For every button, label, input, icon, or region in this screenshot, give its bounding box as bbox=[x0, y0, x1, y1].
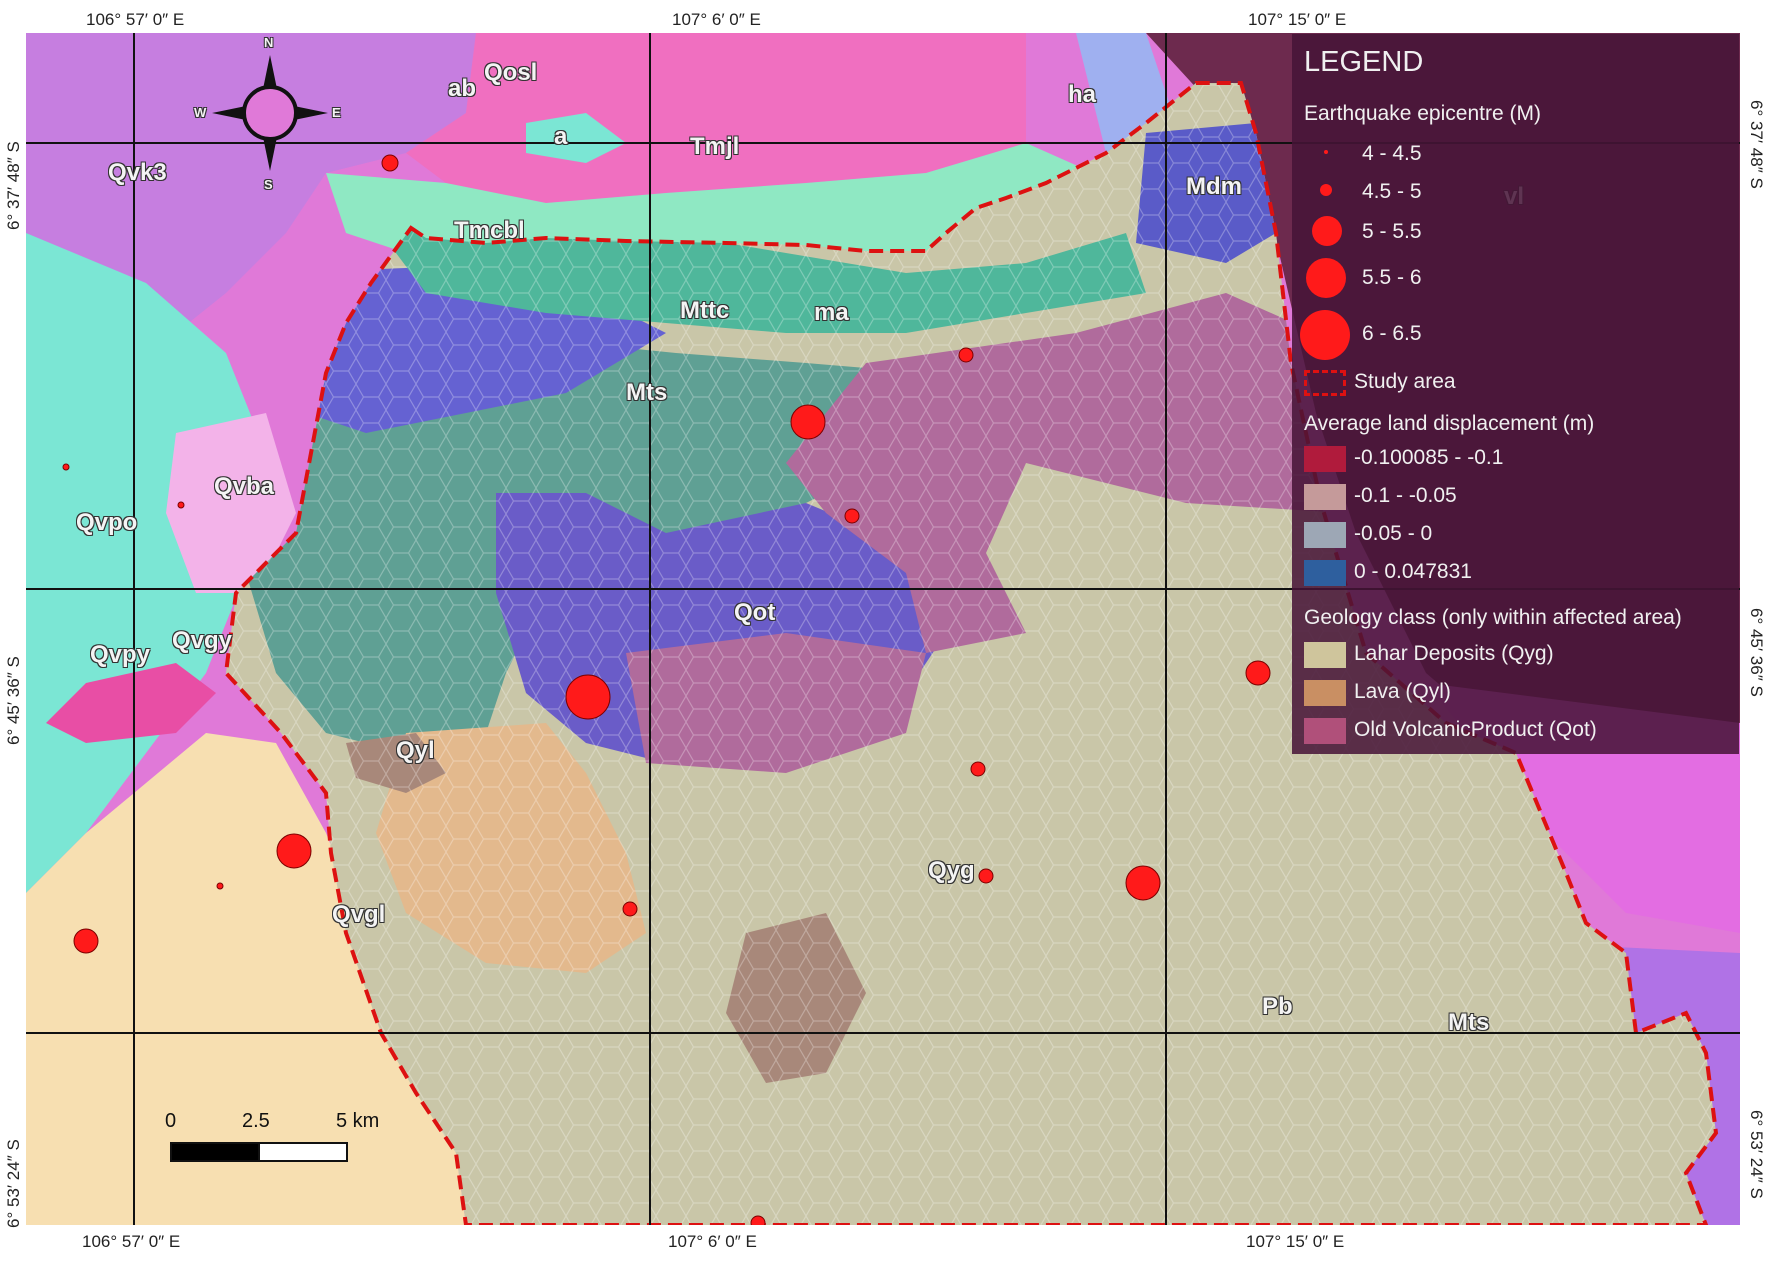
label-mts: Mts bbox=[626, 379, 668, 406]
bottom-lon-3: 107° 15′ 0″ E bbox=[1246, 1232, 1345, 1251]
epicentre-point bbox=[622, 901, 638, 917]
legend-geology-label-2: Lava (Qyl) bbox=[1354, 680, 1451, 703]
scale-segment-white bbox=[258, 1142, 348, 1162]
compass-north-label: N bbox=[264, 35, 274, 50]
label-qyl: Qyl bbox=[396, 737, 435, 764]
label-ma: ma bbox=[814, 299, 849, 326]
label-qosl: Qosl bbox=[484, 59, 538, 86]
top-lon-2: 107° 6′ 0″ E bbox=[672, 10, 761, 29]
label-qvpy: Qvpy bbox=[90, 641, 151, 668]
left-lat-3: 6° 53′ 24″ S bbox=[4, 1139, 23, 1228]
epicentre-point bbox=[177, 501, 185, 509]
right-lat-3: 6° 53′ 24″ S bbox=[1747, 1110, 1766, 1199]
legend-dot-icon bbox=[1312, 216, 1342, 246]
legend-displacement-label-4: 0 - 0.047831 bbox=[1354, 560, 1472, 583]
legend-geology-swatch-2 bbox=[1304, 680, 1346, 706]
legend-dot-icon bbox=[1320, 184, 1332, 196]
compass-east-label: E bbox=[332, 105, 341, 120]
label-tmjl: Tmjl bbox=[690, 133, 740, 160]
legend-dot-icon bbox=[1300, 310, 1350, 360]
label-tmcbl: Tmcbl bbox=[454, 217, 525, 244]
label-pb: Pb bbox=[1262, 993, 1293, 1020]
scale-label-0: 0 bbox=[165, 1110, 177, 1132]
legend-dot-icon bbox=[1324, 150, 1328, 154]
epicentre-point bbox=[1245, 660, 1271, 686]
legend-title: LEGEND bbox=[1304, 46, 1424, 78]
legend-displacement-label-1: -0.100085 - -0.1 bbox=[1354, 446, 1504, 469]
scale-label-5km: 5 km bbox=[336, 1110, 380, 1132]
epicentre-point bbox=[958, 347, 974, 363]
legend-magnitude-1: 4 - 4.5 bbox=[1292, 136, 1739, 172]
label-qvgl: Qvgl bbox=[332, 901, 386, 928]
label-qot: Qot bbox=[734, 599, 776, 626]
label-qvk3: Qvk3 bbox=[108, 159, 167, 186]
label-qvba: Qvba bbox=[214, 473, 275, 500]
epicentre-point bbox=[381, 154, 399, 172]
scale-segment-black bbox=[170, 1142, 260, 1162]
label-mttc: Mttc bbox=[680, 297, 730, 324]
epicentre-point bbox=[73, 928, 99, 954]
legend-geology-swatch-1 bbox=[1304, 642, 1346, 668]
compass-south-label: S bbox=[264, 177, 273, 192]
epicentre-point bbox=[844, 508, 860, 524]
legend-study-area-label: Study area bbox=[1354, 370, 1456, 393]
label-qyg: Qyg bbox=[928, 857, 975, 884]
bottom-lon-2: 107° 6′ 0″ E bbox=[668, 1232, 757, 1251]
epicentre-point bbox=[565, 674, 611, 720]
epicentre-point bbox=[1125, 865, 1161, 901]
epicentre-point bbox=[62, 463, 70, 471]
legend-magnitude-label: 5.5 - 6 bbox=[1362, 266, 1422, 289]
legend-geology-label-1: Lahar Deposits (Qyg) bbox=[1354, 642, 1554, 665]
label-qvgy: Qvgy bbox=[172, 627, 233, 654]
right-lat-2: 6° 45′ 36″ S bbox=[1747, 608, 1766, 697]
top-lon-1: 106° 57′ 0″ E bbox=[86, 10, 185, 29]
scale-label-2-5: 2.5 bbox=[242, 1110, 270, 1132]
legend-magnitude-label: 5 - 5.5 bbox=[1362, 220, 1422, 243]
bottom-lon-1: 106° 57′ 0″ E bbox=[82, 1232, 181, 1251]
legend-displacement-heading: Average land displacement (m) bbox=[1304, 412, 1595, 435]
label-a: a bbox=[554, 123, 568, 150]
legend-geology-label-3: Old VolcanicProduct (Qot) bbox=[1354, 718, 1597, 741]
label-mdm: Mdm bbox=[1186, 173, 1242, 200]
right-lat-1: 6° 37′ 48″ S bbox=[1747, 100, 1766, 189]
legend-magnitude-label: 4 - 4.5 bbox=[1362, 142, 1422, 165]
compass-west-label: W bbox=[194, 105, 207, 120]
epicentre-point bbox=[978, 868, 994, 884]
legend-geology-swatch-3 bbox=[1304, 718, 1346, 744]
legend-geology-heading: Geology class (only within affected area… bbox=[1304, 606, 1682, 629]
legend-displacement-swatch-2 bbox=[1304, 484, 1346, 510]
legend-panel: LEGEND Earthquake epicentre (M) 4 - 4.5 … bbox=[1292, 34, 1739, 754]
legend-displacement-swatch-1 bbox=[1304, 446, 1346, 472]
left-lat-1: 6° 37′ 48″ S bbox=[4, 141, 23, 230]
epicentre-point bbox=[790, 404, 826, 440]
label-ab: ab bbox=[448, 75, 477, 102]
legend-displacement-label-3: -0.05 - 0 bbox=[1354, 522, 1433, 545]
label-ha: ha bbox=[1068, 81, 1097, 108]
legend-displacement-swatch-4 bbox=[1304, 560, 1346, 586]
legend-epicentre-heading: Earthquake epicentre (M) bbox=[1304, 102, 1541, 125]
label-mts-east: Mts bbox=[1448, 1009, 1490, 1036]
legend-magnitude-3: 5 - 5.5 bbox=[1292, 214, 1739, 250]
label-qvpo: Qvpo bbox=[76, 509, 138, 536]
epicentre-point bbox=[276, 833, 312, 869]
top-lon-3: 107° 15′ 0″ E bbox=[1248, 10, 1347, 29]
legend-displacement-label-2: -0.1 - -0.05 bbox=[1354, 484, 1457, 507]
epicentre-point bbox=[970, 761, 986, 777]
legend-magnitude-5: 6 - 6.5 bbox=[1292, 310, 1739, 360]
legend-magnitude-2: 4.5 - 5 bbox=[1292, 174, 1739, 210]
legend-magnitude-4: 5.5 - 6 bbox=[1292, 258, 1739, 298]
epicentre-point bbox=[216, 882, 224, 890]
left-lat-2: 6° 45′ 36″ S bbox=[4, 656, 23, 745]
legend-dot-icon bbox=[1306, 258, 1346, 298]
legend-magnitude-label: 6 - 6.5 bbox=[1362, 322, 1422, 345]
legend-magnitude-label: 4.5 - 5 bbox=[1362, 180, 1422, 203]
legend-study-area-swatch bbox=[1304, 370, 1346, 396]
legend-displacement-swatch-3 bbox=[1304, 522, 1346, 548]
epicentre-point bbox=[750, 1215, 766, 1225]
